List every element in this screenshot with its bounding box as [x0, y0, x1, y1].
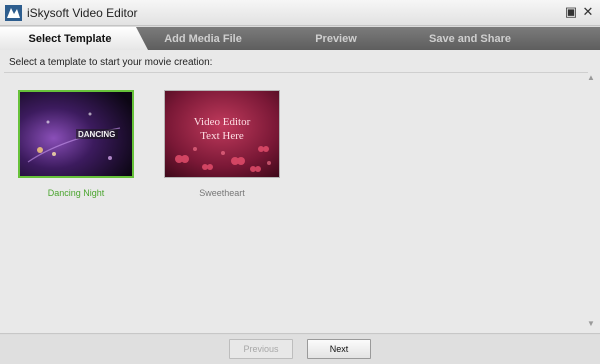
- tab-add-media-file[interactable]: Add Media File: [148, 27, 258, 50]
- tab-save-and-share[interactable]: Save and Share: [410, 27, 530, 50]
- dancing-night-thumbnail-image: DANCING: [20, 92, 132, 176]
- next-button[interactable]: Next: [307, 339, 371, 359]
- dancing-thumbnail-text: DANCING: [78, 130, 115, 139]
- restore-icon[interactable]: ▣: [564, 4, 578, 19]
- app-logo-icon: [5, 5, 22, 21]
- sweetheart-thumbnail-image: Video Editor Text Here: [165, 91, 279, 177]
- window-title: iSkysoft Video Editor: [27, 6, 138, 20]
- wizard-footer: Previous Next: [0, 335, 600, 364]
- scroll-down-arrow-icon[interactable]: ▼: [586, 319, 596, 329]
- tab-select-template[interactable]: Select Template: [0, 27, 140, 50]
- sweetheart-thumbnail-title: Video Editor: [194, 116, 251, 128]
- step-tabs: Select Template Add Media File Preview S…: [0, 27, 600, 50]
- close-icon[interactable]: ✕: [581, 4, 595, 19]
- template-name: Dancing Night: [47, 188, 105, 198]
- template-name: Sweetheart: [199, 188, 245, 198]
- instruction-text: Select a template to start your movie cr…: [9, 57, 213, 68]
- template-panel: Select a template to start your movie cr…: [0, 50, 600, 334]
- divider: [4, 72, 588, 73]
- title-bar: iSkysoft Video Editor ▣ ✕: [0, 0, 600, 26]
- tab-preview[interactable]: Preview: [280, 27, 392, 50]
- scroll-up-arrow-icon[interactable]: ▲: [586, 73, 596, 83]
- template-thumbnail[interactable]: DANCING: [18, 90, 134, 178]
- template-thumbnail[interactable]: Video Editor Text Here: [164, 90, 280, 178]
- previous-button[interactable]: Previous: [229, 339, 293, 359]
- sweetheart-thumbnail-subtitle: Text Here: [200, 130, 244, 142]
